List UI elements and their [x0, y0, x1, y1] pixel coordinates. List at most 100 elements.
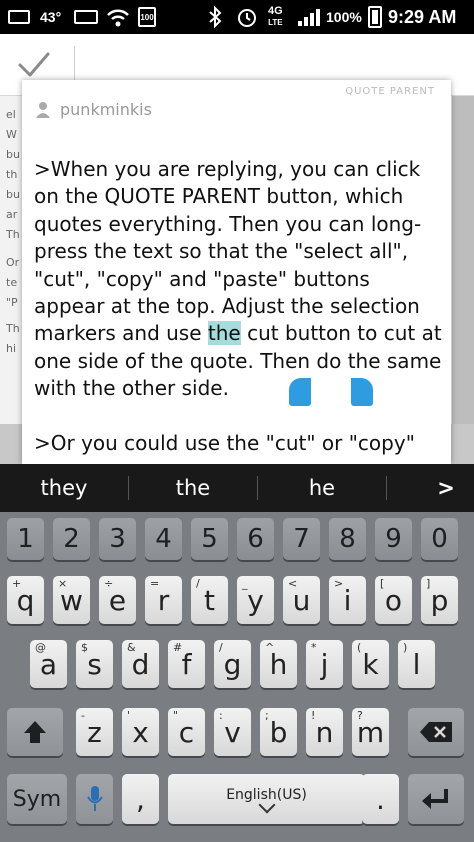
key-sub-symbol: ] — [426, 577, 431, 590]
key-label: y — [247, 583, 264, 617]
key-y[interactable]: _ y — [237, 576, 274, 624]
key-label: f — [181, 647, 192, 681]
backspace-key[interactable] — [408, 708, 464, 756]
key-label: v — [224, 715, 241, 749]
selection-handle-left[interactable] — [289, 378, 311, 406]
period-key[interactable]: . — [362, 774, 399, 824]
key-sub-symbol: @ — [35, 641, 46, 654]
key-sub-symbol: ÷ — [104, 577, 114, 590]
key-v[interactable]: :v — [214, 708, 251, 756]
notification-icon — [8, 6, 30, 28]
key-1[interactable]: 1 — [7, 518, 44, 560]
suggestion-divider — [386, 476, 387, 500]
key-label: g — [223, 647, 242, 681]
key-2[interactable]: 2 — [53, 518, 90, 560]
key-o[interactable]: [o — [375, 576, 412, 624]
quote-parent-button[interactable]: QUOTE PARENT — [345, 86, 435, 97]
enter-key[interactable] — [408, 774, 464, 824]
key-sub-symbol: * — [311, 641, 317, 654]
key-t[interactable]: / t — [191, 576, 228, 624]
key-r[interactable]: = r — [145, 576, 182, 624]
voice-input-key[interactable] — [76, 774, 113, 824]
keyboard-icon — [74, 6, 98, 28]
key-c[interactable]: " c — [168, 708, 205, 756]
key-6[interactable]: 6 — [237, 518, 274, 560]
key-3[interactable]: 3 — [99, 518, 136, 560]
key-sub-symbol: ? — [357, 709, 363, 722]
space-key[interactable]: English(US) — [168, 774, 365, 824]
key-b[interactable]: ; b — [260, 708, 297, 756]
microphone-icon — [86, 786, 103, 811]
suggestion-more-button[interactable]: > — [418, 464, 474, 512]
key-d[interactable]: & d — [122, 640, 159, 688]
keyboard: 1 2 3 4 5 6 7 8 9 0 + q × w ÷ e = r / t _ y < u… — [0, 512, 474, 842]
text-before-selection: >When you are replying, you can click on… — [34, 157, 422, 346]
key-f[interactable]: # f — [168, 640, 205, 688]
bg-fragment: el — [6, 108, 16, 121]
key-label: x — [132, 715, 149, 749]
key-x[interactable]: ' x — [122, 708, 159, 756]
key-7[interactable]: 7 — [283, 518, 320, 560]
comma-key[interactable]: , — [122, 774, 159, 824]
key-i[interactable]: > i — [329, 576, 366, 624]
key-p[interactable]: ] p — [421, 576, 458, 624]
key-sub-symbol: > — [334, 577, 344, 590]
key-0[interactable]: 0 — [421, 518, 458, 560]
key-label: b — [269, 715, 288, 749]
key-n[interactable]: ! n — [306, 708, 343, 756]
key-e[interactable]: ÷ e — [99, 576, 136, 624]
key-sub-symbol: = — [150, 577, 160, 590]
selected-text[interactable]: the — [207, 321, 241, 346]
key-label: i — [343, 583, 352, 617]
key-label: o — [384, 583, 403, 617]
wifi-icon — [106, 6, 130, 28]
key-u[interactable]: < u — [283, 576, 320, 624]
suggestion-3[interactable]: he — [258, 464, 386, 512]
key-8[interactable]: 8 — [329, 518, 366, 560]
network-label: 4G — [268, 5, 283, 17]
key-sub-symbol: ! — [311, 709, 316, 722]
key-k[interactable]: (k — [352, 640, 389, 688]
key-sub-symbol: # — [173, 641, 183, 654]
key-a[interactable]: @ a — [30, 640, 67, 688]
key-sub-symbol: ^ — [265, 641, 275, 654]
key-q[interactable]: + q — [7, 576, 44, 624]
key-sub-symbol: < — [288, 577, 298, 590]
check-icon[interactable] — [14, 46, 54, 84]
reply-paragraph-2: >Or you could use the "cut" or "copy" — [34, 430, 415, 455]
key-label: t — [204, 583, 215, 617]
key-sub-symbol: _ — [242, 577, 248, 590]
shift-key[interactable] — [7, 708, 63, 756]
key-z[interactable]: -z — [76, 708, 113, 756]
selection-handle-right[interactable] — [351, 378, 373, 406]
key-j[interactable]: * j — [306, 640, 343, 688]
signal-icon — [298, 6, 320, 28]
key-sub-symbol: + — [12, 577, 22, 590]
key-sub-symbol: × — [58, 577, 68, 590]
temperature-text: 43° — [40, 9, 62, 25]
battery-icon — [368, 6, 382, 28]
key-s[interactable]: $ s — [76, 640, 113, 688]
author-row: punkminkis — [34, 98, 152, 120]
username: punkminkis — [60, 99, 152, 119]
suggestion-1[interactable]: they — [0, 464, 128, 512]
key-g[interactable]: / g — [214, 640, 251, 688]
key-sub-symbol: : — [219, 709, 223, 722]
key-m[interactable]: ? m — [352, 708, 389, 756]
suggestion-2[interactable]: the — [129, 464, 257, 512]
key-h[interactable]: ^ h — [260, 640, 297, 688]
key-w[interactable]: × w — [53, 576, 90, 624]
sym-key[interactable]: Sym — [7, 774, 67, 824]
network-type: 4G LTE — [268, 6, 283, 28]
key-sub-symbol: ' — [127, 709, 131, 722]
clock: 9:29 AM — [388, 6, 457, 27]
bg-fragment: bu — [6, 148, 20, 161]
key-4[interactable]: 4 — [145, 518, 182, 560]
bg-fragment: ar — [6, 208, 18, 221]
backspace-icon — [420, 722, 452, 742]
key-sub-symbol: ( — [357, 641, 362, 654]
key-l[interactable]: ) l — [398, 640, 435, 688]
key-9[interactable]: 9 — [375, 518, 412, 560]
key-5[interactable]: 5 — [191, 518, 228, 560]
reply-text-field[interactable]: >When you are replying, you can click on… — [34, 156, 446, 457]
